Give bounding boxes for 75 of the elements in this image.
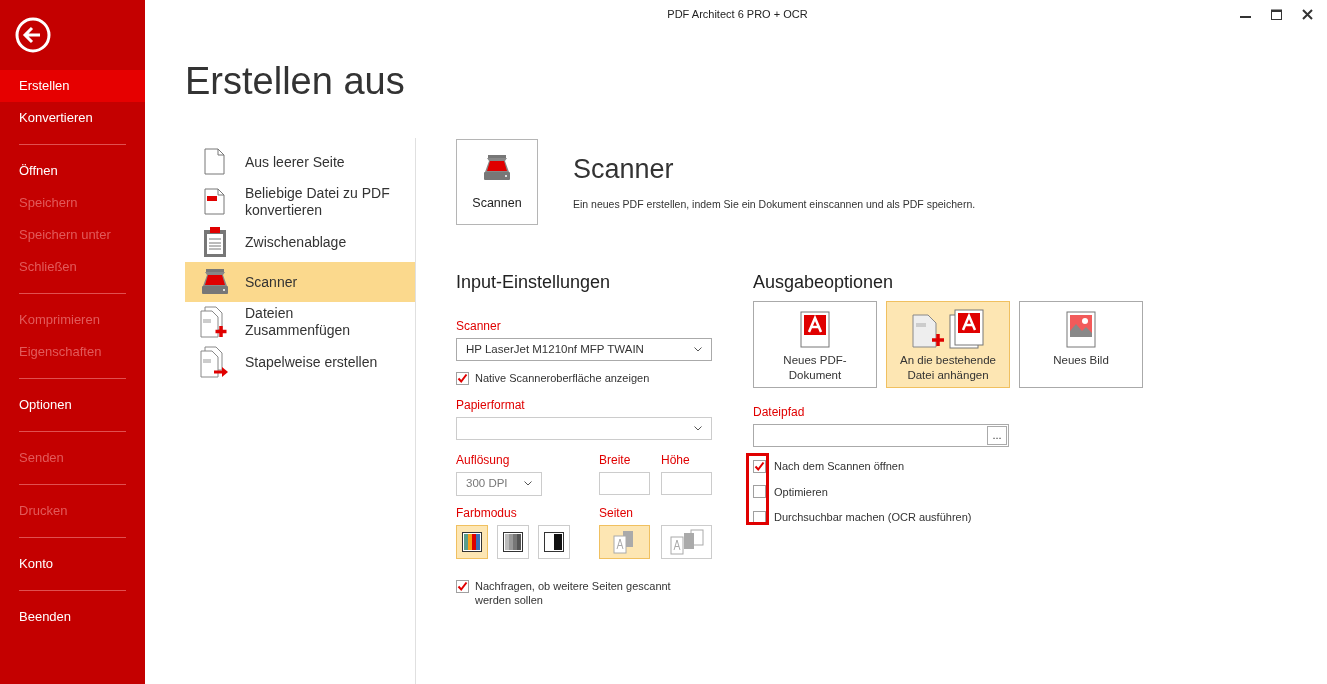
color-mode-button[interactable]	[497, 524, 529, 559]
source-label: Scanner	[245, 273, 299, 291]
checkbox-label: Native Scanneroberfläche anzeigen	[475, 371, 650, 386]
group-heading: Input-Einstellungen	[456, 271, 612, 294]
clipboard-icon	[203, 226, 227, 258]
chevron-down-icon	[694, 347, 702, 352]
field-label: Farbmodus	[456, 504, 518, 522]
document-icon	[204, 188, 226, 216]
output-option-button[interactable]: Neues Bild	[1019, 301, 1143, 388]
field-label: Seiten	[599, 504, 635, 522]
source-label: Zwischenablage	[245, 233, 348, 251]
color-mode-button[interactable]	[456, 524, 488, 559]
grayscale-bars-icon	[503, 531, 523, 552]
close-icon[interactable]	[1302, 8, 1313, 20]
field-label: Höhe	[661, 451, 691, 469]
source-item[interactable]: Beliebige Datei zu PDF konvertieren	[185, 182, 415, 222]
field-label: Auflösung	[456, 451, 511, 469]
checkbox[interactable]	[753, 485, 766, 499]
section-title: Scanner	[573, 153, 675, 185]
sidebar-item[interactable]: Konvertieren	[0, 102, 145, 134]
field-label: Breite	[599, 451, 632, 469]
chevron-down-icon	[694, 425, 702, 431]
source-item[interactable]: Zwischenablage	[185, 222, 415, 262]
source-label: Aus leerer Seite	[245, 153, 346, 171]
checkbox-label: Optimieren	[774, 484, 828, 500]
output-option-button[interactable]: An die bestehende Datei anhängen	[886, 301, 1010, 388]
back-icon[interactable]	[15, 17, 51, 53]
source-label: Dateien Zusammenfügen	[245, 305, 352, 339]
color-bars-icon	[462, 531, 482, 552]
window-title: PDF Architect 6 PRO + OCR	[667, 6, 808, 22]
documents-plus-icon	[200, 305, 230, 339]
sidebar-item[interactable]: Konto	[0, 548, 145, 580]
scanner-icon	[201, 268, 229, 296]
sidebar-item[interactable]: Öffnen	[0, 155, 145, 187]
blank-page-icon	[204, 148, 226, 176]
source-item[interactable]: Stapelweise erstellen	[185, 342, 415, 382]
page-title: Erstellen aus	[185, 60, 405, 102]
sidebar-item[interactable]: Erstellen	[0, 70, 145, 102]
field-label: Papierformat	[456, 396, 526, 414]
chevron-down-icon	[524, 481, 532, 486]
field-label: Scanner	[456, 318, 502, 335]
scan-button[interactable]: Scannen	[456, 139, 538, 225]
scanner-select[interactable]: HP LaserJet M1210nf MFP TWAIN	[456, 338, 712, 361]
append-document-icon	[912, 309, 984, 349]
contrast-icon	[544, 531, 564, 552]
resolution-select[interactable]: 300 DPI	[456, 471, 542, 496]
source-item[interactable]: Aus leerer Seite	[185, 142, 415, 182]
source-label: Stapelweise erstellen	[245, 353, 379, 371]
source-item[interactable]: Dateien Zusammenfügen	[185, 302, 415, 342]
sidebar-item[interactable]: Beenden	[0, 601, 145, 633]
checkbox[interactable]	[456, 579, 469, 593]
multiple-pages-icon	[668, 528, 705, 555]
browse-button[interactable]: ...	[987, 426, 1007, 445]
pdf-document-icon	[800, 310, 830, 348]
documents-arrow-icon	[200, 345, 230, 379]
field-label: Dateipfad	[753, 404, 806, 421]
checkbox[interactable]	[456, 371, 469, 385]
output-option-button[interactable]: Neues PDF-Dokument	[753, 301, 877, 388]
sidebar-item[interactable]: Optionen	[0, 389, 145, 421]
checkbox-label: Nachfragen, ob weitere Seiten gescannt werden sollen	[475, 578, 672, 607]
source-item[interactable]: Scanner	[185, 262, 415, 302]
source-label: Beliebige Datei zu PDF konvertieren	[245, 185, 391, 219]
section-description: Ein neues PDF erstellen, indem Sie ein Dokument einscannen und als PDF speichern.	[573, 197, 976, 212]
highlight-frame	[746, 453, 769, 525]
checkbox[interactable]	[753, 459, 766, 473]
width-field[interactable]	[599, 471, 650, 495]
file-path-field[interactable]: ...	[753, 424, 1009, 447]
color-mode-button[interactable]	[538, 524, 570, 559]
image-document-icon	[1066, 310, 1096, 348]
checkbox-label: Durchsuchbar machen (OCR ausführen)	[774, 510, 972, 525]
scanner-icon	[483, 154, 511, 182]
checkbox-label: Nach dem Scannen öffnen	[774, 459, 905, 474]
group-heading: Ausgabeoptionen	[753, 271, 895, 294]
height-field[interactable]	[661, 471, 712, 495]
maximize-icon[interactable]	[1271, 8, 1282, 20]
